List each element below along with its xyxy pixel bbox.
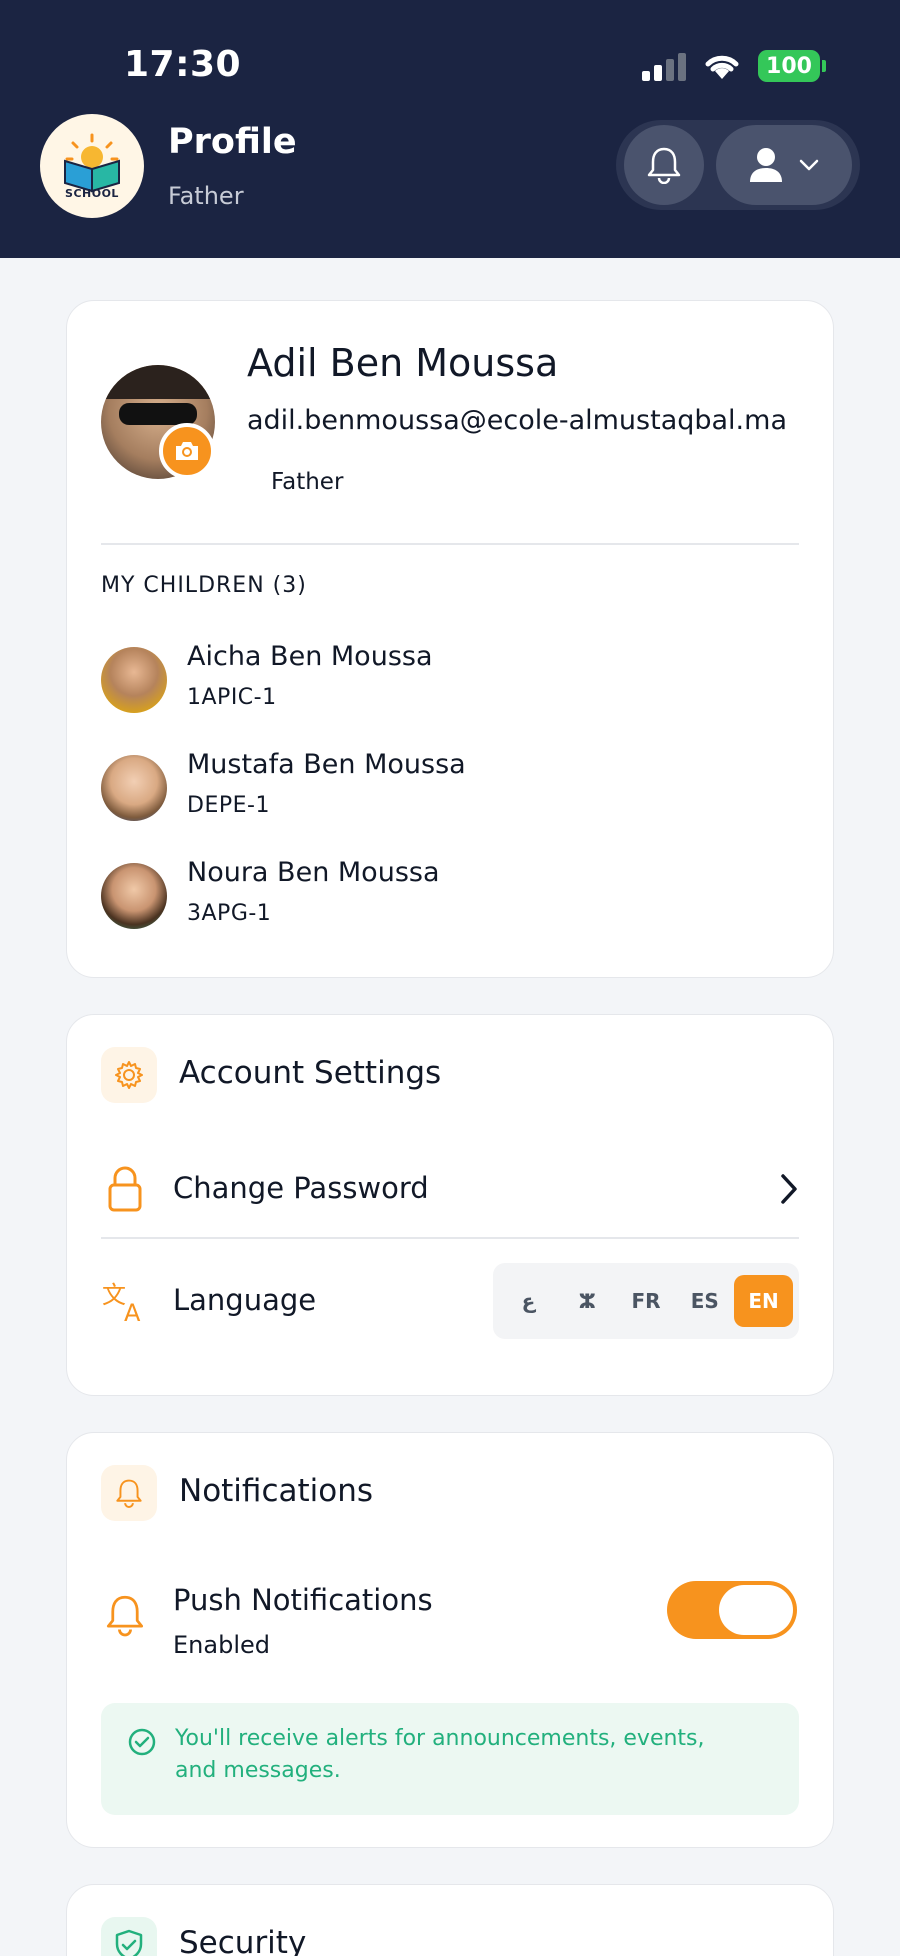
change-password-label: Change Password bbox=[173, 1171, 429, 1205]
child-avatar bbox=[101, 647, 167, 713]
app-header: 17:30 100 SCHOOL Profile Father bbox=[0, 0, 900, 258]
child-name: Mustafa Ben Moussa bbox=[187, 749, 466, 780]
battery-indicator: 100 bbox=[758, 50, 826, 82]
chevron-right-icon bbox=[781, 1174, 797, 1204]
notifications-info-box: You'll receive alerts for announcements,… bbox=[101, 1703, 799, 1815]
divider bbox=[101, 543, 799, 545]
profile-email: adil.benmoussa@ecole-almustaqbal.ma bbox=[247, 405, 787, 436]
check-circle-icon bbox=[128, 1728, 156, 1756]
logo-text: SCHOOL bbox=[65, 187, 119, 200]
profile-card: Adil Ben Moussa adil.benmoussa@ecole-alm… bbox=[66, 300, 834, 978]
svg-text:文: 文 bbox=[102, 1281, 126, 1309]
child-item[interactable]: Aicha Ben Moussa 1APIC-1 bbox=[101, 641, 781, 721]
bell-icon bbox=[647, 147, 681, 184]
language-option-tzm[interactable]: ⵣ bbox=[558, 1275, 617, 1327]
push-notifications-status: Enabled bbox=[173, 1631, 270, 1659]
user-icon bbox=[750, 148, 782, 182]
gear-icon bbox=[115, 1061, 143, 1089]
notifications-section-icon bbox=[101, 1465, 157, 1521]
camera-icon bbox=[176, 442, 198, 460]
child-name: Aicha Ben Moussa bbox=[187, 641, 433, 672]
status-icons: 100 bbox=[642, 46, 826, 86]
bell-icon bbox=[116, 1479, 142, 1508]
security-title: Security bbox=[179, 1925, 307, 1956]
children-section-title: MY CHILDREN (3) bbox=[101, 573, 307, 598]
notifications-title: Notifications bbox=[179, 1473, 374, 1509]
language-selector: ع ⵣ FR ES EN bbox=[493, 1263, 799, 1339]
security-card: Security bbox=[66, 1884, 834, 1956]
notifications-button[interactable] bbox=[624, 125, 704, 205]
change-password-row[interactable]: Change Password bbox=[67, 1145, 835, 1235]
page-subtitle: Father bbox=[168, 182, 244, 210]
toggle-knob bbox=[719, 1585, 793, 1635]
chevron-down-icon bbox=[799, 159, 819, 171]
divider bbox=[101, 1237, 799, 1239]
child-avatar bbox=[101, 863, 167, 929]
language-option-fr[interactable]: FR bbox=[617, 1275, 676, 1327]
bell-icon bbox=[101, 1591, 149, 1639]
translate-icon: 文 A bbox=[101, 1277, 149, 1325]
child-item[interactable]: Noura Ben Moussa 3APG-1 bbox=[101, 857, 781, 937]
school-logo: SCHOOL bbox=[40, 114, 144, 218]
user-menu-button[interactable] bbox=[716, 125, 852, 205]
page-title: Profile bbox=[168, 122, 297, 162]
cellular-signal-icon bbox=[642, 51, 686, 81]
language-option-es[interactable]: ES bbox=[675, 1275, 734, 1327]
svg-text:A: A bbox=[124, 1299, 141, 1323]
profile-name: Adil Ben Moussa bbox=[247, 341, 559, 385]
profile-role: Father bbox=[271, 469, 344, 495]
wifi-icon bbox=[705, 55, 739, 79]
header-actions bbox=[616, 120, 860, 210]
notifications-info-text: You'll receive alerts for announcements,… bbox=[175, 1726, 705, 1783]
push-notifications-toggle[interactable] bbox=[667, 1581, 797, 1639]
shield-check-icon bbox=[115, 1929, 143, 1956]
child-avatar bbox=[101, 755, 167, 821]
child-class: 1APIC-1 bbox=[187, 685, 277, 710]
child-item[interactable]: Mustafa Ben Moussa DEPE-1 bbox=[101, 749, 781, 829]
status-time: 17:30 bbox=[124, 44, 242, 85]
change-photo-button[interactable] bbox=[159, 423, 215, 479]
account-settings-card: Account Settings Change Password 文 A Lan… bbox=[66, 1014, 834, 1396]
push-notifications-label: Push Notifications bbox=[173, 1583, 433, 1617]
language-option-ar[interactable]: ع bbox=[499, 1275, 558, 1327]
settings-section-icon bbox=[101, 1047, 157, 1103]
language-option-en[interactable]: EN bbox=[734, 1275, 793, 1327]
notifications-card: Notifications Push Notifications Enabled… bbox=[66, 1432, 834, 1848]
language-label: Language bbox=[173, 1283, 317, 1317]
child-class: 3APG-1 bbox=[187, 901, 272, 926]
child-name: Noura Ben Moussa bbox=[187, 857, 440, 888]
account-settings-title: Account Settings bbox=[179, 1055, 442, 1091]
security-section-icon bbox=[101, 1917, 157, 1956]
child-class: DEPE-1 bbox=[187, 793, 270, 818]
lock-icon bbox=[101, 1165, 149, 1213]
